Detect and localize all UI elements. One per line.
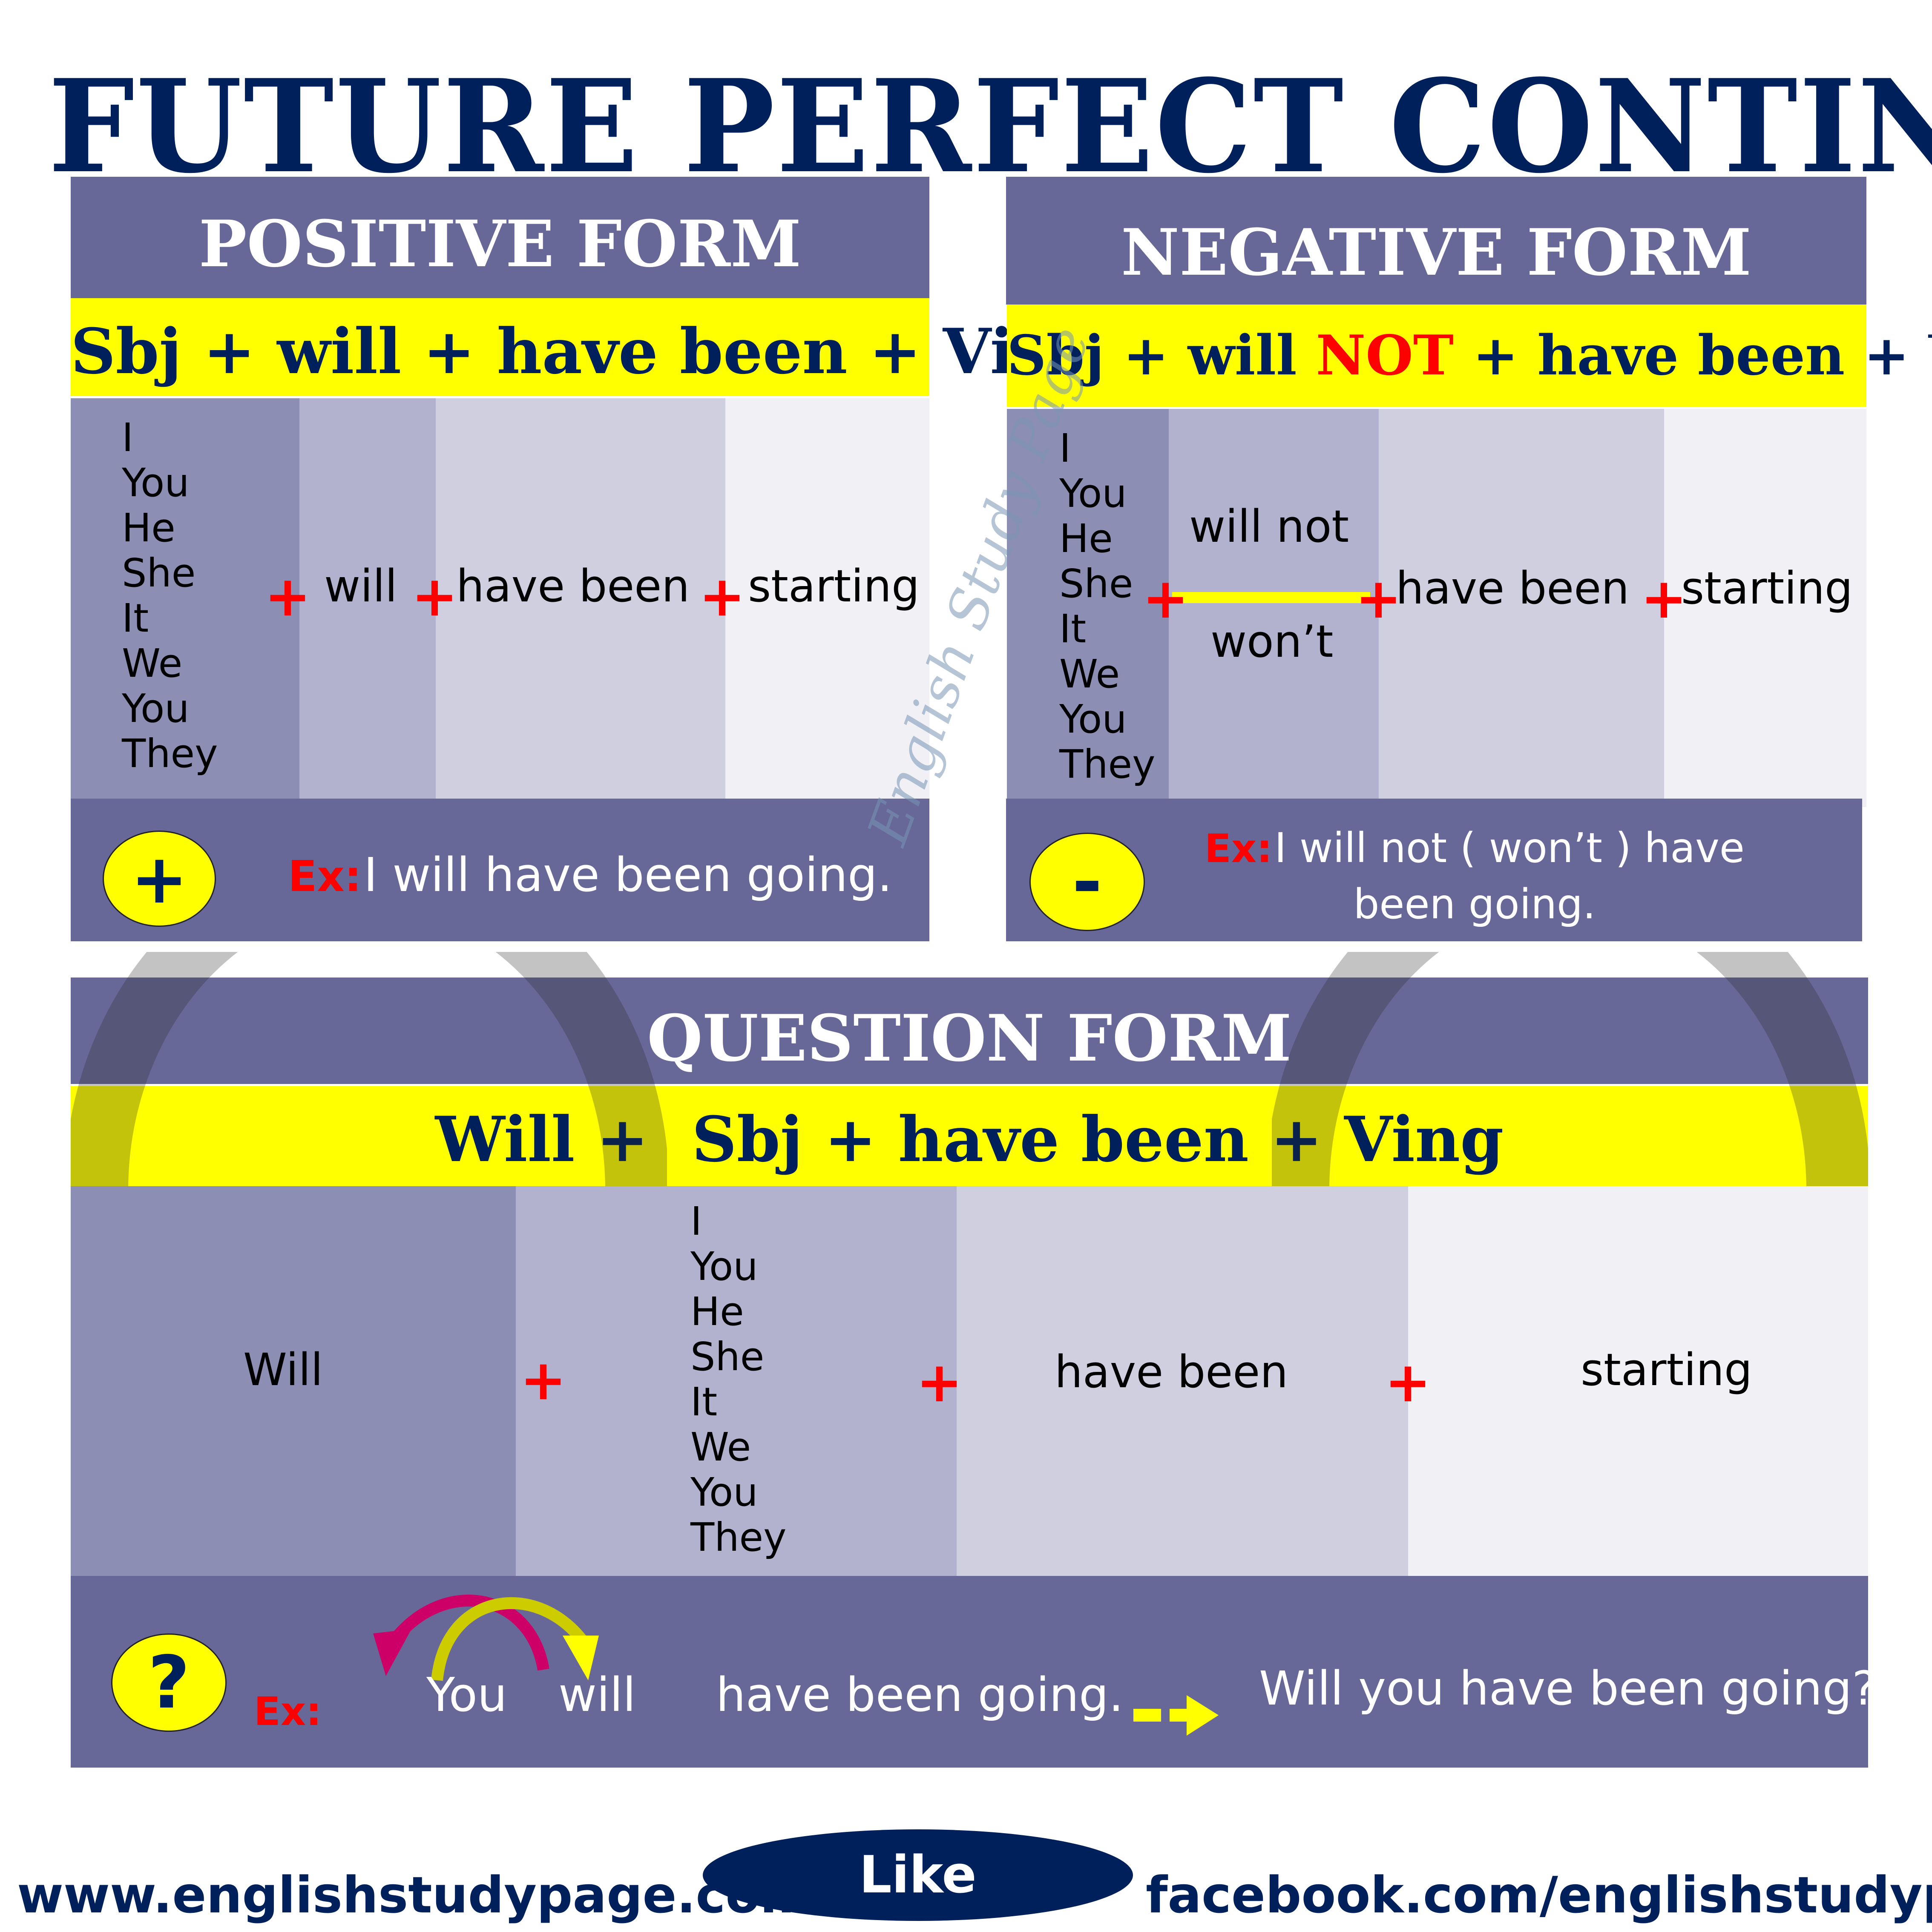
negative-form-panel: NEGATIVE FORM Sbj + will NOT + have been… xyxy=(1006,177,1932,941)
plus-icon: + xyxy=(1385,1350,1431,1414)
example-label: Ex: xyxy=(254,1689,322,1734)
negative-aux-short: won’t xyxy=(1210,615,1334,667)
pronoun: I xyxy=(1059,426,1071,471)
example-sentence-line2: been going. xyxy=(1353,880,1596,928)
pronoun: I xyxy=(122,415,134,460)
plus-icon: + xyxy=(1641,566,1687,631)
pronoun: You xyxy=(690,1469,758,1515)
positive-pronoun-list: I You He She It We You They xyxy=(122,415,218,776)
negative-formula-text: Sbj + will NOT + have been + Ving xyxy=(1007,324,1932,388)
divider-bar xyxy=(1172,592,1370,603)
formula-post: + have been + Ving xyxy=(1472,324,1932,388)
pronoun: You xyxy=(122,686,190,731)
example-rest: have been going. xyxy=(716,1668,1124,1722)
pronoun: I xyxy=(690,1199,702,1244)
example-result: Will you have been going? xyxy=(1259,1661,1877,1716)
pronoun: You xyxy=(1059,471,1127,516)
question-verb: starting xyxy=(1581,1344,1753,1396)
plus-icon: + xyxy=(264,564,311,629)
question-pronoun-list: I You He She It We You They xyxy=(690,1199,787,1560)
like-button[interactable]: Like xyxy=(703,1829,1133,1921)
pronoun: You xyxy=(1059,696,1127,742)
pronoun: She xyxy=(1059,561,1133,607)
formula-not: NOT xyxy=(1316,324,1454,388)
arrow-right-icon xyxy=(1133,1695,1219,1736)
facebook-link[interactable]: facebook.com/englishstudypage xyxy=(1146,1866,1932,1924)
negative-formula: Sbj + will NOT + have been + Ving xyxy=(1007,305,1932,407)
negative-example: Ex: I will not ( won’t ) have been going… xyxy=(1176,824,1773,928)
example-label: Ex: xyxy=(288,851,362,901)
pronoun: You xyxy=(690,1244,758,1289)
question-badge-icon: ? xyxy=(111,1633,227,1732)
pronoun: She xyxy=(690,1334,765,1380)
question-aux-word: Will xyxy=(243,1344,323,1396)
negative-aux-column xyxy=(1169,409,1379,807)
plus-icon: + xyxy=(1142,566,1189,631)
pronoun: She xyxy=(122,550,196,596)
question-form-panel: QUESTION FORM Will + Sbj + have been + V… xyxy=(71,952,1877,1768)
example-sentence-line1: I will not ( won’t ) have xyxy=(1274,824,1745,872)
plus-symbol: + xyxy=(130,839,188,919)
positive-example-band: + Ex: I will have been going. xyxy=(71,799,929,941)
pronoun: You xyxy=(122,460,190,506)
positive-heading: POSITIVE FORM xyxy=(198,207,802,282)
plus-icon: + xyxy=(1355,566,1402,631)
minus-badge-icon: - xyxy=(1029,833,1145,931)
minus-symbol: - xyxy=(1072,840,1102,924)
negative-heading: NEGATIVE FORM xyxy=(1121,215,1752,290)
website-link[interactable]: www.englishstudypage.com xyxy=(17,1866,812,1924)
pronoun: It xyxy=(690,1379,718,1425)
example-sentence: I will have been going. xyxy=(363,848,892,902)
positive-aux-word: will xyxy=(324,560,397,612)
pronoun: They xyxy=(690,1515,787,1560)
negative-heading-band: NEGATIVE FORM xyxy=(1006,177,1866,305)
pronoun: We xyxy=(122,641,183,686)
example-word-will: will xyxy=(558,1668,636,1722)
positive-formula-text: Sbj + will + have been + Ving xyxy=(71,315,1103,388)
negative-example-band: - Ex: I will not ( won’t ) have been goi… xyxy=(1006,799,1862,941)
pronoun: We xyxy=(1059,651,1120,697)
positive-form-panel: POSITIVE FORM Sbj + will + have been + V… xyxy=(71,177,1103,941)
positive-verb: starting xyxy=(748,560,920,612)
negative-pronoun-list: I You He She It We You They xyxy=(1059,426,1156,787)
pronoun: It xyxy=(122,595,149,641)
plus-icon: + xyxy=(699,564,745,629)
question-example-band: ? Ex: You will have been going. Will you… xyxy=(71,1576,1877,1768)
watermark-arc-left xyxy=(71,952,667,1190)
pronoun: They xyxy=(122,731,218,776)
example-word-you: You xyxy=(426,1668,507,1722)
like-label: Like xyxy=(859,1846,977,1905)
pronoun: We xyxy=(690,1424,751,1470)
pronoun: He xyxy=(690,1289,744,1334)
plus-icon: + xyxy=(520,1348,566,1412)
question-have-been: have been xyxy=(1055,1346,1288,1398)
plus-icon: + xyxy=(411,564,458,629)
pronoun: They xyxy=(1059,742,1156,787)
watermark-arc-right xyxy=(1272,952,1868,1190)
pronoun: He xyxy=(1059,516,1113,561)
pronoun: It xyxy=(1059,606,1087,652)
negative-aux-full: will not xyxy=(1189,500,1349,552)
positive-have-been: have been xyxy=(456,560,690,612)
plus-badge-icon: + xyxy=(103,831,216,927)
positive-heading-band: POSITIVE FORM xyxy=(71,177,929,298)
positive-example: Ex: I will have been going. xyxy=(288,848,892,902)
question-symbol: ? xyxy=(148,1640,190,1725)
negative-verb: starting xyxy=(1681,562,1853,614)
pronoun: He xyxy=(122,505,175,551)
positive-formula: Sbj + will + have been + Ving xyxy=(71,298,1103,396)
negative-have-been: have been xyxy=(1396,562,1630,614)
plus-icon: + xyxy=(916,1350,963,1414)
example-label: Ex: xyxy=(1205,826,1273,871)
